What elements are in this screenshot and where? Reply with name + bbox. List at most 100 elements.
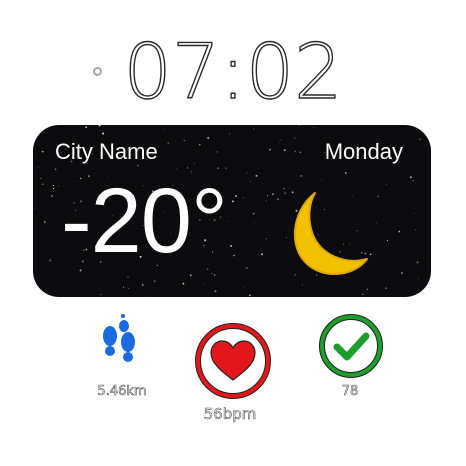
status-ring-icon [93,67,102,76]
star [242,286,244,288]
star [63,276,65,277]
star [98,125,101,127]
star [153,280,156,282]
star [138,289,140,290]
star [33,292,36,295]
star [267,195,269,197]
star [280,139,283,141]
star [164,129,165,131]
star [141,284,144,286]
star [272,193,274,196]
star [38,166,39,168]
star [275,190,277,192]
star [398,230,401,233]
star [42,183,44,185]
star [100,293,102,296]
star [207,136,210,140]
star [217,167,219,170]
star [149,296,151,297]
clock-time: 07:02 [123,26,343,116]
star [283,149,286,152]
star [213,274,216,276]
star [230,244,233,247]
star [182,282,185,285]
star [249,294,251,297]
star [388,222,390,224]
star [414,213,416,214]
star [85,126,88,129]
star [211,272,213,275]
star [231,200,234,203]
star [199,144,201,146]
heart-rate-value: 56bpm [203,405,257,424]
star [229,133,231,135]
star [175,167,177,169]
star [43,221,46,223]
temperature: -20° [61,170,228,272]
star [39,177,42,180]
star [421,293,423,295]
star [254,222,255,223]
star [361,293,364,296]
weather-card[interactable]: City Name Monday -20° [33,125,431,297]
star [410,125,412,126]
star [377,195,379,197]
star [225,167,227,169]
star [52,187,55,190]
star [127,276,129,278]
star [253,128,255,130]
star [279,141,280,143]
star [321,179,322,181]
footsteps-icon[interactable] [97,310,141,366]
star [260,253,264,256]
star [183,139,186,142]
star [299,151,302,153]
star [203,282,205,284]
star [375,222,377,224]
star [386,240,389,242]
star [234,195,237,198]
star [99,131,101,132]
star [419,138,421,141]
star [252,212,255,215]
star [54,168,57,170]
star [233,254,235,257]
star [422,125,423,127]
day-name: Monday [324,139,403,164]
star [344,172,347,174]
star [277,198,279,200]
star [245,266,248,269]
star [313,127,314,128]
star [255,174,258,177]
star [167,142,170,144]
star [189,274,192,277]
star [51,195,53,197]
star [33,208,34,210]
distance-value: 5.46km [97,384,147,400]
star [265,238,268,240]
star [386,183,387,185]
star [366,288,369,290]
star [409,176,412,179]
moon-icon [294,192,368,275]
star [52,184,54,187]
star [242,197,244,198]
star [294,137,296,139]
star [293,125,294,127]
city-name: City Name [55,139,158,164]
star [416,261,419,264]
heart-icon[interactable] [193,321,273,401]
star [417,278,419,280]
star [122,286,125,289]
star [137,164,139,167]
checkmark-icon[interactable] [316,314,386,378]
star [415,229,417,231]
clock-time-text: 07:02 [123,27,342,116]
watch-face: 07:02 City Name Monday -20° 5.46km 56bpm… [0,0,466,466]
star [246,172,248,174]
star [193,162,195,165]
star [102,132,105,135]
star [227,221,229,222]
star [298,125,300,126]
star [41,150,44,153]
